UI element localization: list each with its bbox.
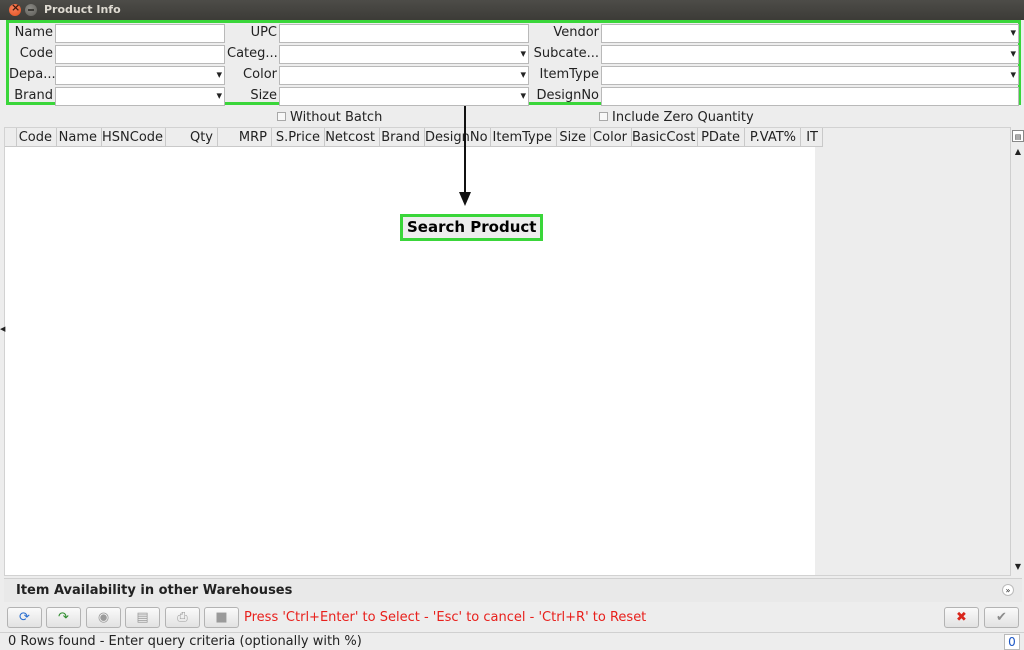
find-icon: ▤ [136, 610, 149, 625]
results-table[interactable]: Code Name HSNCode Qty MRP S.Price Netcos… [4, 127, 1011, 576]
column-header[interactable]: BasicCost [632, 128, 698, 147]
search-product-annotation: Search Product [400, 214, 544, 241]
column-header[interactable]: Brand [380, 128, 425, 147]
code-field[interactable] [55, 45, 225, 64]
subcategory-combo[interactable] [601, 45, 1019, 64]
disc-button[interactable]: ◉ [86, 607, 121, 628]
disc-icon: ◉ [97, 610, 110, 625]
without-batch-label: Without Batch [290, 110, 383, 125]
warehouses-title: Item Availability in other Warehouses [16, 583, 293, 598]
find-button[interactable]: ▤ [125, 607, 160, 628]
clear-button[interactable]: ■ [204, 607, 239, 628]
product-info-window: Product Info Name UPC Vendor Code Categ.… [0, 0, 1024, 650]
without-batch-checkbox[interactable]: Without Batch [277, 110, 382, 126]
designno-label: DesignNo [536, 88, 599, 103]
title-bar: Product Info [0, 0, 1024, 20]
column-header[interactable]: MRP [218, 128, 272, 147]
search-criteria-panel: Name UPC Vendor Code Categ... Subcate...… [6, 20, 1021, 106]
refresh-button[interactable]: ⟳ [7, 607, 42, 628]
column-header[interactable]: S.Price [272, 128, 325, 147]
scroll-down-icon[interactable]: ▼ [1012, 561, 1024, 573]
column-header[interactable]: IT [801, 128, 823, 147]
include-zero-quantity-label: Include Zero Quantity [612, 110, 754, 125]
itemtype-label: ItemType [539, 67, 599, 82]
size-combo[interactable] [279, 87, 529, 106]
name-field[interactable] [55, 24, 225, 43]
column-header[interactable]: Name [57, 128, 102, 147]
column-header[interactable]: DesignNo [425, 128, 491, 147]
brand-combo[interactable] [55, 87, 225, 106]
status-text: 0 Rows found - Enter query criteria (opt… [8, 634, 362, 649]
warehouses-panel-header[interactable]: Item Availability in other Warehouses » [4, 578, 1022, 602]
upc-label: UPC [250, 25, 277, 40]
department-label: Depa... [9, 67, 55, 82]
expand-icon[interactable]: » [1002, 584, 1014, 596]
annotation-arrow-head [459, 192, 471, 206]
confirm-button[interactable]: ✔ [984, 607, 1019, 628]
refresh-icon: ⟳ [19, 610, 30, 625]
category-label: Categ... [227, 46, 277, 61]
checkbox-box[interactable] [277, 112, 286, 121]
table-empty-area [815, 128, 1011, 575]
panel-edge-arrow-icon: ◀ [0, 325, 6, 333]
confirm-check-icon: ✔ [996, 610, 1007, 625]
column-header[interactable]: Code [17, 128, 57, 147]
column-header[interactable]: Qty [166, 128, 218, 147]
redo-icon: ↷ [58, 610, 69, 625]
vendor-label: Vendor [553, 25, 599, 40]
cancel-button[interactable]: ✖ [944, 607, 979, 628]
print-icon: ⎙ [177, 610, 188, 625]
column-header[interactable]: Size [557, 128, 591, 147]
table-header: Code Name HSNCode Qty MRP S.Price Netcos… [5, 128, 823, 147]
minimize-icon[interactable] [25, 4, 37, 16]
redo-button[interactable]: ↷ [46, 607, 81, 628]
column-control-icon[interactable]: ▤ [1012, 130, 1024, 142]
column-header[interactable]: P.VAT% [745, 128, 801, 147]
column-header[interactable]: PDate [698, 128, 745, 147]
keyboard-hint: Press 'Ctrl+Enter' to Select - 'Esc' to … [244, 610, 647, 625]
column-header[interactable]: HSNCode [102, 128, 166, 147]
checkbox-box[interactable] [599, 112, 608, 121]
row-count: 0 [1004, 634, 1020, 650]
color-combo[interactable] [279, 66, 529, 85]
column-header[interactable]: Color [591, 128, 632, 147]
include-zero-quantity-checkbox[interactable]: Include Zero Quantity [599, 110, 754, 126]
print-button[interactable]: ⎙ [165, 607, 200, 628]
upc-field[interactable] [279, 24, 529, 43]
cancel-x-icon: ✖ [956, 610, 967, 625]
category-combo[interactable] [279, 45, 529, 64]
column-header[interactable]: Netcost [325, 128, 380, 147]
scroll-up-icon[interactable]: ▲ [1012, 146, 1024, 158]
close-icon[interactable] [9, 1, 21, 16]
brand-label: Brand [14, 88, 53, 103]
status-bar: 0 Rows found - Enter query criteria (opt… [0, 632, 1024, 650]
vendor-combo[interactable] [601, 24, 1019, 43]
clear-icon: ■ [215, 610, 228, 625]
designno-field[interactable] [601, 87, 1019, 106]
row-header-corner [5, 128, 17, 147]
window-title: Product Info [44, 3, 121, 16]
annotation-arrow-line [464, 106, 466, 194]
department-combo[interactable] [55, 66, 225, 85]
itemtype-combo[interactable] [601, 66, 1019, 85]
color-label: Color [243, 67, 277, 82]
name-label: Name [14, 25, 53, 40]
code-label: Code [19, 46, 53, 61]
column-header[interactable]: ItemType [491, 128, 557, 147]
bottom-toolbar: ⟳ ↷ ◉ ▤ ⎙ ■ Press 'Ctrl+Enter' to Select… [0, 603, 1024, 632]
size-label: Size [250, 88, 277, 103]
subcategory-label: Subcate... [533, 46, 599, 61]
vertical-scrollbar[interactable]: ▤ ▲ ▼ [1010, 127, 1024, 576]
